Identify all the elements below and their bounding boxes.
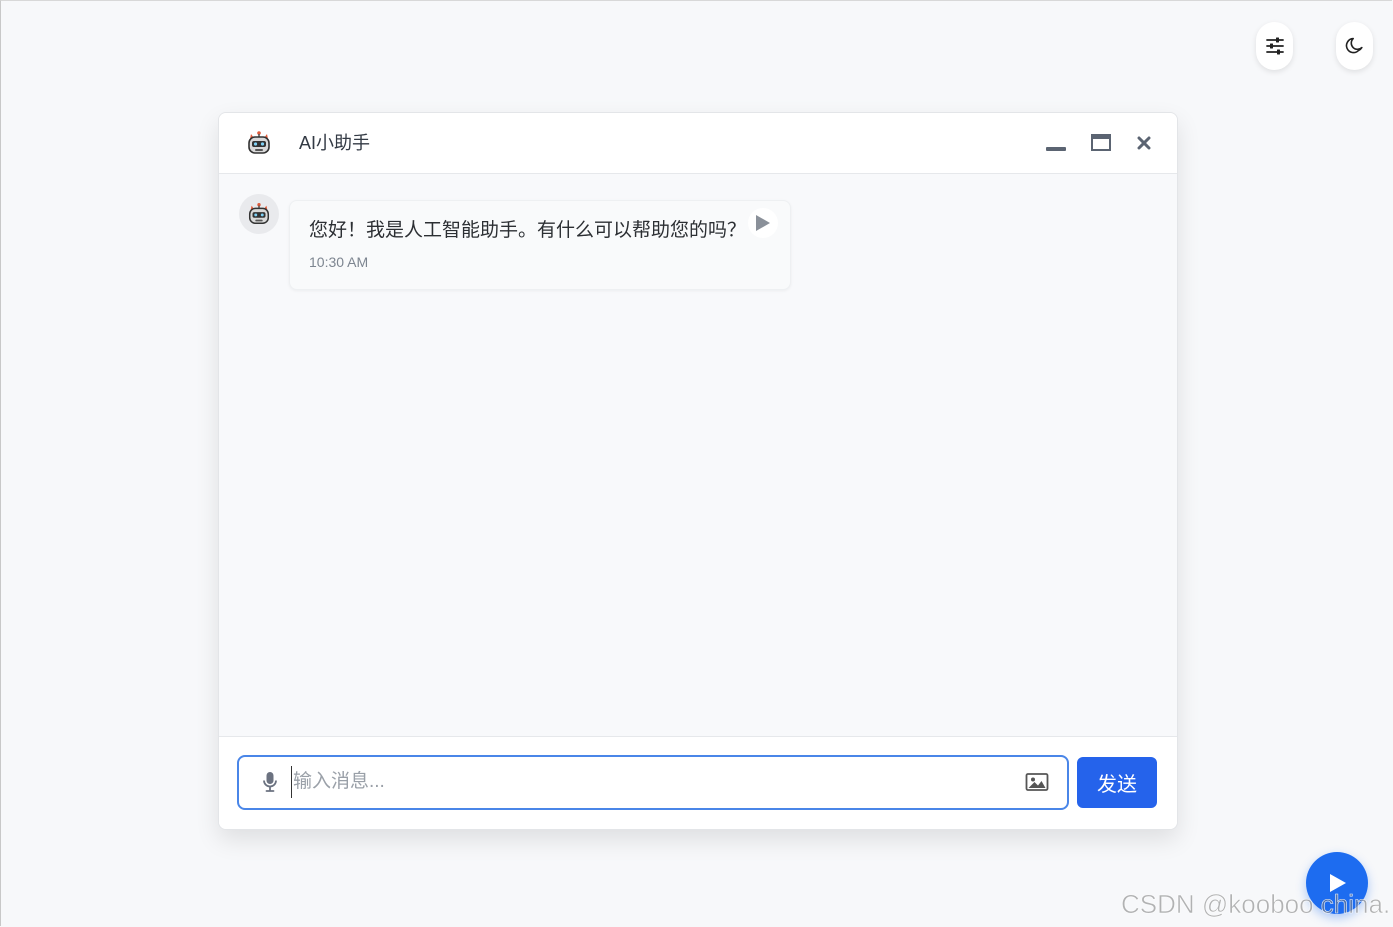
microphone-button[interactable] [259,771,281,793]
moon-icon [1345,37,1363,54]
message-time: 10:30 AM [309,254,369,270]
image-icon [1025,773,1049,791]
watermark: CSDN @kooboo china. [1121,889,1391,920]
close-button[interactable] [1132,131,1156,155]
assistant-avatar [239,194,279,234]
upload-image-button[interactable] [1025,771,1049,793]
sliders-icon [1265,37,1284,55]
minimize-button[interactable] [1044,131,1068,155]
send-button[interactable]: 发送 [1077,757,1157,808]
play-icon [756,215,770,231]
chat-window: AI小助手 您好！我是人工智能助手。有什么可以帮助您的吗？ 10:30 AM 输… [218,112,1178,830]
chat-title: AI小助手 [299,133,371,153]
message-bubble: 您好！我是人工智能助手。有什么可以帮助您的吗？ 10:30 AM [289,200,791,290]
robot-icon [245,129,273,157]
minimize-icon [1046,147,1066,151]
composer: 发送 [219,736,1177,829]
chat-header: AI小助手 [219,113,1177,174]
close-icon [1137,136,1151,150]
message-list[interactable]: 您好！我是人工智能助手。有什么可以帮助您的吗？ 10:30 AM [219,174,1177,736]
robot-icon [248,203,270,225]
maximize-button[interactable] [1089,131,1113,155]
message-input-wrapper [237,755,1069,810]
message-input[interactable] [291,766,1013,798]
settings-button[interactable] [1256,22,1293,70]
microphone-icon [263,772,277,792]
maximize-icon [1091,134,1111,151]
theme-toggle-button[interactable] [1336,22,1373,70]
message-text: 您好！我是人工智能助手。有什么可以帮助您的吗？ [309,220,747,241]
play-message-button[interactable] [748,208,778,238]
